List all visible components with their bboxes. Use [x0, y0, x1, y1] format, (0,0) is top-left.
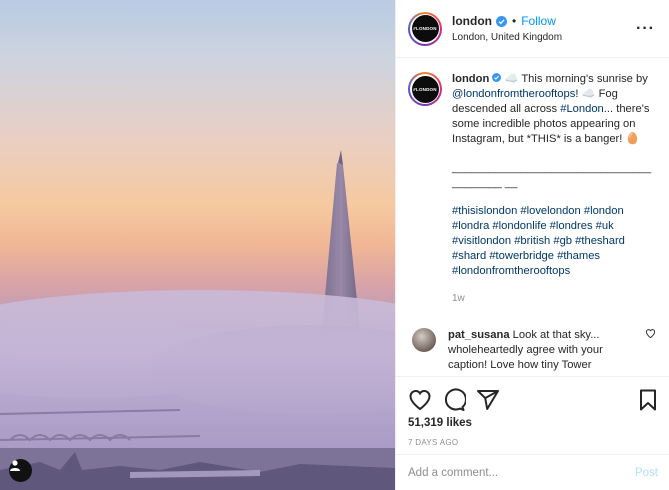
- caption-text: ☁️ This morning's sunrise by: [504, 73, 651, 85]
- caption-age: 1w: [452, 293, 465, 304]
- comment-item: pat_susana Look at that sky... wholehear…: [408, 328, 657, 373]
- hashtags-links[interactable]: #thisislondon #lovelondon #london #londr…: [452, 204, 657, 279]
- caption-divider: ________________________________________…: [452, 162, 652, 189]
- follow-button[interactable]: Follow: [521, 14, 556, 28]
- commenter-username[interactable]: pat_susana: [448, 329, 510, 341]
- share-icon[interactable]: [476, 388, 500, 412]
- comment-input[interactable]: [408, 466, 635, 479]
- like-heart-icon[interactable]: [408, 388, 432, 412]
- add-comment-bar: Post: [396, 454, 669, 490]
- comment-like-icon[interactable]: [645, 328, 657, 373]
- caption: #LONDON london ☁️ This morning's sunrise…: [408, 72, 657, 306]
- comments-section[interactable]: #LONDON london ☁️ This morning's sunrise…: [396, 58, 669, 376]
- avatar-image: #LONDON: [411, 15, 439, 42]
- mention-link[interactable]: @londonfromtherooftops: [452, 88, 575, 100]
- caption-username[interactable]: london: [452, 73, 489, 85]
- commenter-avatar[interactable]: [412, 328, 436, 352]
- shard-fog-scene: [0, 150, 395, 490]
- username-link[interactable]: london: [452, 14, 492, 28]
- save-bookmark-icon[interactable]: [636, 388, 660, 412]
- more-icon[interactable]: ···: [636, 20, 655, 38]
- post-actions: 51,319 likes 7 DAYS AGO: [396, 376, 669, 447]
- user-tag-icon[interactable]: [9, 459, 32, 482]
- post-side-panel: #LONDON london • Follow London, United K…: [395, 0, 669, 490]
- post-date[interactable]: 7 DAYS AGO: [408, 438, 660, 447]
- verified-badge-icon: [495, 15, 507, 27]
- caption-avatar[interactable]: #LONDON: [408, 72, 442, 106]
- post-comment-button[interactable]: Post: [635, 467, 658, 479]
- likes-count[interactable]: 51,319 likes: [408, 417, 660, 429]
- avatar[interactable]: #LONDON: [408, 11, 442, 46]
- post-header: #LONDON london • Follow London, United K…: [396, 0, 669, 58]
- separator-dot: •: [511, 14, 517, 28]
- comment-icon[interactable]: [442, 388, 466, 412]
- verified-badge-icon: [492, 73, 502, 82]
- hashtag-link[interactable]: #London: [560, 103, 604, 115]
- post-photo[interactable]: [0, 0, 395, 490]
- location-link[interactable]: London, United Kingdom: [452, 32, 636, 43]
